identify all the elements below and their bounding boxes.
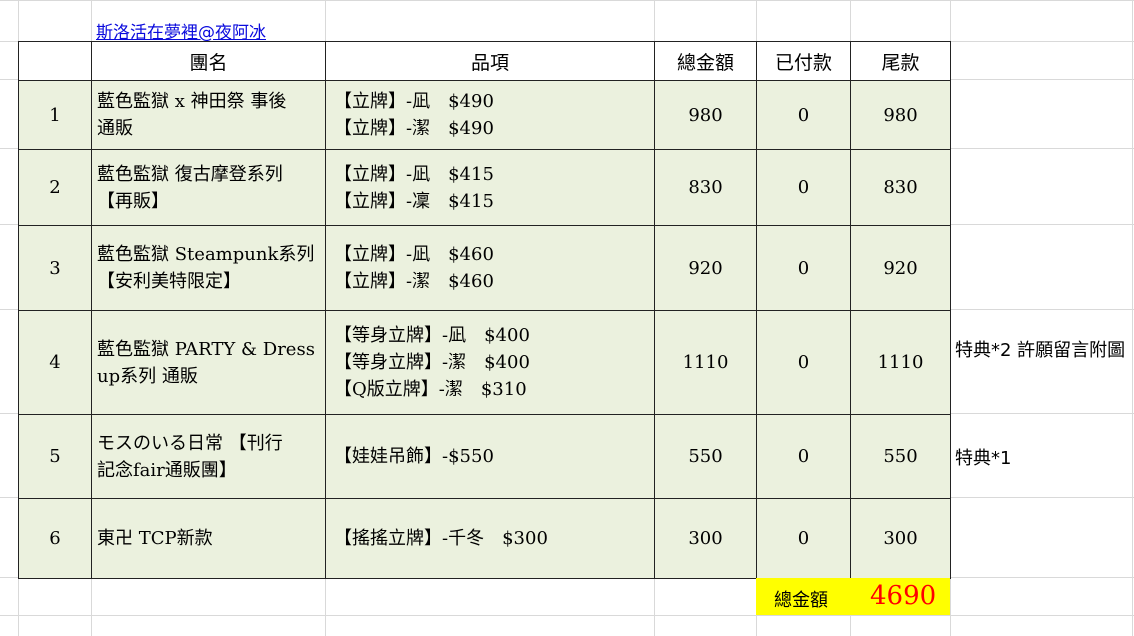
cell-total[interactable]: 1110: [654, 310, 757, 415]
header-balance[interactable]: 尾款: [850, 41, 951, 81]
cell-paid[interactable]: 0: [756, 414, 851, 499]
group-line: 【再販】: [97, 190, 169, 212]
group-line: 通販: [97, 118, 133, 139]
table-header-row: 團名 品項 總金額 已付款 尾款: [18, 41, 951, 81]
cell-balance[interactable]: 300: [850, 498, 951, 579]
sheet-gridline: [1132, 0, 1133, 636]
item-line: 【立牌】-潔 $460: [334, 271, 494, 292]
cell-group[interactable]: 藍色監獄 PARTY & Dress up系列 通販: [91, 310, 326, 415]
group-line: 記念fair通販團】: [97, 459, 237, 481]
note-cell-row-4[interactable]: 特典*2 許願留言附圖: [955, 337, 1130, 364]
table-row: 1 藍色監獄 x 神田祭 事後 通販 【立牌】-凪 $490 【立牌】-潔 $490…: [18, 80, 951, 150]
cell-balance[interactable]: 920: [850, 225, 951, 311]
cell-index[interactable]: 6: [18, 498, 92, 579]
group-line: モスのいる日常 【刊行: [97, 432, 283, 454]
owner-link[interactable]: 斯洛活在夢裡@夜阿冰: [96, 18, 266, 43]
group-line: 【安利美特限定】: [97, 271, 241, 292]
cell-paid[interactable]: 0: [756, 310, 851, 415]
cell-paid[interactable]: 0: [756, 149, 851, 226]
item-line: 【立牌】-潔 $490: [334, 118, 494, 139]
cell-items[interactable]: 【立牌】-凪 $490 【立牌】-潔 $490: [325, 80, 655, 150]
header-total[interactable]: 總金額: [654, 41, 757, 81]
grand-total-box[interactable]: 總金額 4690: [756, 578, 950, 615]
cell-balance[interactable]: 830: [850, 149, 951, 226]
cell-paid[interactable]: 0: [756, 225, 851, 311]
note-cell-row-5[interactable]: 特典*1: [955, 445, 1130, 472]
cell-group[interactable]: 藍色監獄 Steampunk系列 【安利美特限定】: [91, 225, 326, 311]
cell-items[interactable]: 【立牌】-凪 $415 【立牌】-凜 $415: [325, 149, 655, 226]
cell-items[interactable]: 【等身立牌】-凪 $400 【等身立牌】-潔 $400 【Q版立牌】-潔 $310: [325, 310, 655, 415]
group-line: 東卍 TCP新款: [97, 528, 213, 549]
table-row: 4 藍色監獄 PARTY & Dress up系列 通販 【等身立牌】-凪 $40…: [18, 310, 951, 415]
header-items[interactable]: 品項: [325, 41, 655, 81]
cell-paid[interactable]: 0: [756, 498, 851, 579]
cell-group[interactable]: 東卍 TCP新款: [91, 498, 326, 579]
item-line: 【Q版立牌】-潔 $310: [334, 379, 527, 400]
cell-total[interactable]: 920: [654, 225, 757, 311]
item-line: 【娃娃吊飾】-$550: [334, 446, 494, 467]
grand-total-value: 4690: [870, 581, 937, 611]
cell-total[interactable]: 980: [654, 80, 757, 150]
header-paid[interactable]: 已付款: [756, 41, 851, 81]
group-line: 藍色監獄 復古摩登系列: [97, 163, 283, 185]
cell-index[interactable]: 3: [18, 225, 92, 311]
cell-index[interactable]: 2: [18, 149, 92, 226]
cell-balance[interactable]: 980: [850, 80, 951, 150]
cell-index[interactable]: 4: [18, 310, 92, 415]
sheet-gridline: [0, 615, 1134, 616]
cell-items[interactable]: 【搖搖立牌】-千冬 $300: [325, 498, 655, 579]
item-line: 【立牌】-凪 $490: [334, 91, 494, 112]
cell-paid[interactable]: 0: [756, 80, 851, 150]
cell-group[interactable]: 藍色監獄 復古摩登系列 【再販】: [91, 149, 326, 226]
item-line: 【立牌】-凪 $415: [334, 163, 494, 185]
item-line: 【立牌】-凜 $415: [334, 190, 494, 212]
item-line: 【等身立牌】-潔 $400: [334, 352, 530, 373]
item-line: 【搖搖立牌】-千冬 $300: [334, 528, 548, 549]
group-line: 藍色監獄 x 神田祭 事後: [97, 91, 287, 112]
header-index[interactable]: [18, 41, 92, 81]
item-line: 【等身立牌】-凪 $400: [334, 325, 530, 346]
sheet-gridline: [0, 0, 1134, 1]
grand-total-label: 總金額: [774, 590, 828, 611]
header-group[interactable]: 團名: [91, 41, 326, 81]
cell-items[interactable]: 【娃娃吊飾】-$550: [325, 414, 655, 499]
table-row: 2 藍色監獄 復古摩登系列 【再販】 【立牌】-凪 $415 【立牌】-凜 $415…: [18, 149, 951, 226]
item-line: 【立牌】-凪 $460: [334, 244, 494, 265]
cell-items[interactable]: 【立牌】-凪 $460 【立牌】-潔 $460: [325, 225, 655, 311]
cell-balance[interactable]: 550: [850, 414, 951, 499]
cell-group[interactable]: 藍色監獄 x 神田祭 事後 通販: [91, 80, 326, 150]
table-row: 6 東卍 TCP新款 【搖搖立牌】-千冬 $300 300 0 300: [18, 498, 951, 579]
cell-index[interactable]: 1: [18, 80, 92, 150]
table-row: 3 藍色監獄 Steampunk系列 【安利美特限定】 【立牌】-凪 $460 【立…: [18, 225, 951, 311]
cell-index[interactable]: 5: [18, 414, 92, 499]
cell-total[interactable]: 300: [654, 498, 757, 579]
orders-table: 團名 品項 總金額 已付款 尾款 1 藍色監獄 x 神田祭 事後 通販 【立牌】-…: [18, 41, 951, 579]
cell-total[interactable]: 830: [654, 149, 757, 226]
group-line: 藍色監獄 PARTY & Dress: [97, 338, 315, 360]
cell-group[interactable]: モスのいる日常 【刊行 記念fair通販團】: [91, 414, 326, 499]
group-line: 藍色監獄 Steampunk系列: [97, 244, 315, 265]
table-row: 5 モスのいる日常 【刊行 記念fair通販團】 【娃娃吊飾】-$550 550 …: [18, 414, 951, 499]
cell-balance[interactable]: 1110: [850, 310, 951, 415]
group-line: up系列 通販: [97, 365, 198, 387]
cell-total[interactable]: 550: [654, 414, 757, 499]
